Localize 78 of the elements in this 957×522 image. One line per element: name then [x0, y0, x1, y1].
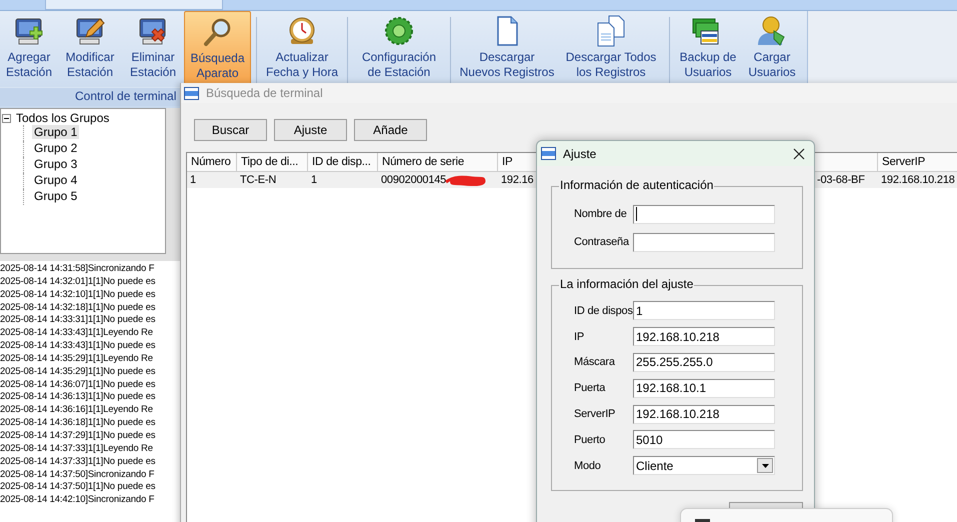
log-line: 2025-08-14 14:31:58]Sincronizando F [0, 263, 156, 276]
ribbon-button[interactable]: Descargar Nuevos Registros [456, 11, 558, 87]
table-cell-text: TC-E-N [240, 173, 276, 188]
ribbon-button[interactable]: Descargar Todos los Registros [558, 11, 664, 87]
log-line: 2025-08-14 14:37:29]1[1]No puede es [0, 430, 156, 443]
gear-icon [383, 15, 415, 47]
log-line: 2025-08-14 14:36:18]1[1]No puede es [0, 417, 156, 430]
collapse-icon[interactable] [2, 114, 11, 122]
column-header[interactable]: Número [187, 153, 237, 171]
action-button[interactable]: Añade [354, 119, 427, 141]
log-line: 2025-08-14 14:36:07]1[1]No puede es [0, 378, 156, 392]
documents-icon [595, 15, 627, 47]
log-line: 2025-08-14 14:37:50]Sincronizando F [0, 468, 156, 482]
window-icon [184, 86, 199, 100]
input-field[interactable]: 1 [633, 301, 775, 320]
input-field[interactable]: 192.168.10.218 [633, 404, 775, 424]
ribbon-button[interactable]: Agregar Estación [0, 11, 58, 87]
group-legend: La información del ajuste [559, 277, 694, 291]
table-cell-text: 00902000145 [381, 173, 446, 188]
log-line: 2025-08-14 14:37:33]1[1]No puede es [0, 456, 156, 468]
ribbon-button[interactable]: Eliminar Estación [122, 11, 184, 87]
field-label: ID de dispos [574, 304, 633, 317]
table-cell-text: 192.168.10.218 [881, 173, 955, 188]
group-legend: Información de autenticación [559, 178, 714, 192]
column-header[interactable]: Tipo de di... [237, 153, 308, 171]
log-line: 2025-08-14 14:42:10]Sincronizando F [0, 494, 156, 508]
ribbon-button[interactable]: Configuración de Estación [353, 11, 445, 87]
input-field[interactable]: 192.168.10.1 [633, 378, 775, 398]
log-line: 2025-08-14 14:32:10]1[1]No puede es [0, 288, 156, 302]
log-line: 2025-08-14 14:33:43]1[1]Leyendo Re [0, 327, 154, 340]
tree-item[interactable]: Grupo 1 [32, 125, 80, 139]
log-line: 2025-08-14 14:37:50]1[1]No puede es [0, 481, 156, 494]
log-line: 2025-08-14 14:36:13]1[1]No puede es [0, 391, 156, 404]
table-cell-text: 1 [311, 173, 317, 188]
ribbon-button[interactable]: Actualizar Fecha y Hora [262, 11, 342, 87]
ribbon-group-label: Control de terminal [75, 88, 176, 104]
ribbon-button[interactable]: Cargar Usuarios [741, 11, 803, 87]
field-label: Puerto [574, 434, 606, 446]
window-title: Búsqueda de terminal [206, 86, 323, 100]
action-button[interactable]: Ajuste [274, 119, 347, 141]
field-label: IP [574, 330, 585, 343]
table-cell-text: 1 [190, 173, 196, 188]
field-label: ServerIP [574, 408, 616, 420]
tree-item[interactable]: Todos los Grupos [14, 110, 112, 126]
close-icon[interactable] [793, 148, 805, 160]
log-line: 2025-08-14 14:36:16]1[1]Leyendo Re [0, 404, 154, 418]
input-field[interactable]: 192.168.10.218 [633, 327, 775, 346]
field-label: Nombre de [574, 208, 628, 220]
log-line: 2025-08-14 14:32:01]1[1]No puede es [0, 276, 156, 289]
tree-item[interactable]: Grupo 2 [32, 141, 80, 155]
log-line: 2025-08-14 14:35:29]1[1]No puede es [0, 366, 156, 379]
log-line: 2025-08-14 14:35:29]1[1]Leyendo Re [0, 352, 154, 366]
window-icon [541, 147, 556, 160]
table-cell-text: -03-68-BF [817, 173, 865, 188]
field-label: Máscara [574, 356, 616, 368]
dropdown[interactable]: Cliente [633, 456, 775, 476]
field-label: Contraseña [574, 236, 630, 248]
action-button[interactable]: Buscar [194, 119, 267, 141]
ribbon-button[interactable]: Backup de Usuarios [675, 11, 741, 87]
input-field[interactable]: 255.255.255.0 [633, 352, 775, 372]
field-label: Modo [574, 460, 602, 472]
dialog-title: Ajuste [563, 146, 596, 160]
column-header[interactable]: ServerIP [878, 153, 957, 171]
log-line: 2025-08-14 14:33:43]1[1]No puede es [0, 340, 156, 353]
column-header[interactable]: ID de disp... [308, 153, 378, 171]
tree-item[interactable]: Grupo 5 [32, 189, 80, 203]
tree-item[interactable]: Grupo 3 [32, 157, 80, 171]
input-field[interactable] [633, 232, 775, 252]
input-field[interactable] [633, 204, 775, 224]
input-field[interactable]: 5010 [633, 430, 775, 450]
column-header[interactable]: Número de serie [378, 153, 498, 171]
log-line: 2025-08-14 14:33:31]1[1]No puede es [0, 314, 156, 328]
field-label: Puerta [574, 382, 606, 394]
table-cell-text: 192.16 [501, 173, 534, 188]
log-line: 2025-08-14 14:32:18]1[1]No puede es [0, 302, 156, 314]
tree-item[interactable]: Grupo 4 [32, 173, 80, 187]
log-line: 2025-08-14 14:37:33]1[1]Leyendo Re [0, 442, 154, 456]
ribbon-button[interactable]: Modificar Estación [58, 11, 122, 87]
